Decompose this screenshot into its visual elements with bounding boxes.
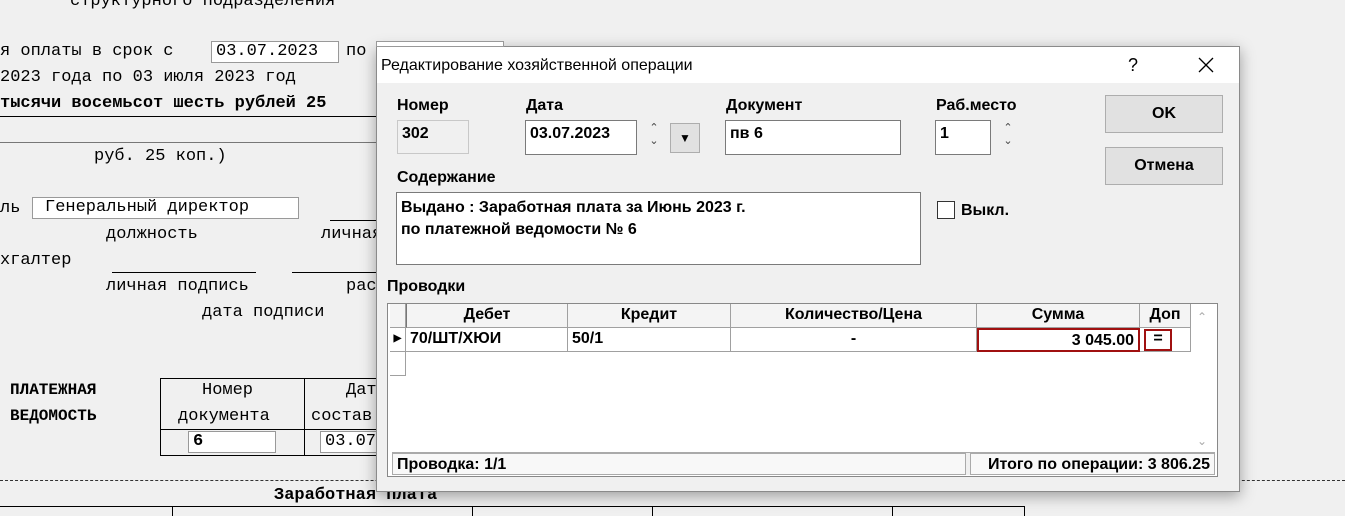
bg-table-left: [160, 378, 161, 456]
workplace-label: Раб.место: [936, 97, 1017, 114]
bg-table-bottom: [160, 455, 376, 456]
bg-doc-title-2: ВЕДОМОСТЬ: [10, 407, 97, 425]
bg-underline-1: [0, 116, 376, 117]
bg-col-date-2: состав: [311, 407, 373, 426]
chevron-up-icon[interactable]: ⌃: [647, 122, 661, 135]
bg-rub-text: руб. 25 коп.): [94, 147, 227, 166]
bg-col-number-2: документа: [178, 407, 270, 426]
bg-rub-kop: руб. 25 коп.): [94, 147, 227, 166]
grid-corner: [390, 304, 406, 328]
chevron-down-icon[interactable]: ⌄: [647, 135, 661, 148]
dropdown-arrow-icon: ▼: [679, 131, 691, 145]
row-indicator[interactable]: ▶: [390, 328, 406, 352]
document-label: Документ: [726, 97, 803, 114]
bg-bottom-col-2: [472, 506, 473, 516]
grid-header-sum[interactable]: Сумма: [977, 304, 1140, 328]
grid-footer: Проводка: 1/1 Итого по операции: 3 806.2…: [392, 452, 1215, 475]
content-textarea[interactable]: Выдано : Заработная плата за Июнь 2023 г…: [396, 192, 921, 265]
bg-doc-number-field[interactable]: 6: [188, 431, 276, 453]
bg-doc-title-1: ПЛАТЕЖНАЯ: [10, 381, 97, 399]
bg-col-number-1: Номер: [202, 381, 254, 400]
bg-role-prefix: ль: [0, 199, 21, 218]
bg-doc-date-field[interactable]: 03.07: [320, 431, 380, 453]
postings-grid: Дебет Кредит Количество/Цена Сумма Доп ▶…: [387, 303, 1218, 477]
bg-underline-2: [0, 142, 376, 143]
bg-bottom-col-4: [892, 506, 893, 516]
bg-col-date-1: Дат: [346, 381, 377, 400]
cell-sum[interactable]: 3 045.00: [977, 328, 1140, 352]
close-icon: [1198, 57, 1214, 73]
bg-label-position: должность: [106, 225, 198, 244]
cell-qty-price[interactable]: -: [731, 328, 977, 352]
bg-table-mid: [304, 378, 305, 456]
date-spinner[interactable]: ⌃ ⌄: [647, 122, 661, 154]
row-indicator-new[interactable]: [390, 352, 406, 376]
bg-amount-words: тысячи восемьсот шесть рублей 25: [0, 94, 327, 113]
bg-bottom-table-top: [0, 506, 1024, 507]
bg-label-personal-1: личная: [321, 225, 383, 244]
bg-subdivision-caption: структурного подразделения: [70, 0, 336, 11]
cell-credit[interactable]: 50/1: [568, 328, 731, 352]
bg-label-sign-date: дата подписи: [202, 303, 325, 322]
bg-bottom-col-1: [172, 506, 173, 516]
workplace-spinner[interactable]: ⌃ ⌄: [1001, 122, 1015, 154]
scroll-up-icon[interactable]: ⌃: [1197, 310, 1207, 324]
grid-header-credit[interactable]: Кредит: [568, 304, 731, 328]
content-line-1: Выдано : Заработная плата за Июнь 2023 г…: [401, 199, 746, 216]
postings-label: Проводки: [387, 278, 466, 295]
scroll-down-icon[interactable]: ⌄: [1197, 434, 1207, 448]
bg-label-personal-sig: личная подпись: [106, 277, 249, 296]
bg-table-row-line: [160, 429, 376, 430]
bg-label-accountant: хгалтер: [0, 251, 72, 270]
equals-button[interactable]: =: [1144, 329, 1172, 351]
number-field: 302: [397, 120, 469, 154]
dialog-title: Редактирование хозяйственной операции: [381, 57, 693, 74]
chevron-down-icon[interactable]: ⌄: [1001, 135, 1015, 148]
bg-underline-ras: [292, 272, 376, 273]
off-checkbox[interactable]: [937, 201, 955, 219]
number-label: Номер: [397, 97, 449, 114]
grid-header-qty-price[interactable]: Количество/Цена: [731, 304, 977, 328]
bg-bottom-col-5: [1024, 506, 1025, 516]
current-row-arrow-icon: ▶: [393, 333, 402, 344]
off-label: Выкл.: [961, 202, 1010, 219]
dialog-titlebar[interactable]: Редактирование хозяйственной операции ?: [377, 47, 1239, 83]
bg-bottom-col-3: [652, 506, 653, 516]
grid-header-extra[interactable]: Доп: [1140, 304, 1191, 328]
document-field[interactable]: пв 6: [725, 120, 901, 155]
cancel-button[interactable]: Отмена: [1105, 147, 1223, 185]
date-field[interactable]: 03.07.2023: [525, 120, 637, 155]
footer-posting-count: Проводка: 1/1: [392, 453, 966, 475]
bg-period-prefix: я оплаты в срок с: [0, 42, 174, 61]
chevron-up-icon[interactable]: ⌃: [1001, 122, 1015, 135]
bg-label-ras: рас: [346, 277, 377, 296]
content-line-2: по платежной ведомости № 6: [401, 221, 637, 238]
grid-vertical-scrollbar[interactable]: ⌃ ⌄: [1191, 306, 1215, 448]
bg-table-top: [160, 378, 376, 379]
cell-debit[interactable]: 70/ШТ/ХЮИ: [406, 328, 568, 352]
bg-underline-role: [330, 220, 376, 221]
bg-period-mid: по: [346, 42, 367, 61]
bg-underline-sig: [112, 272, 256, 273]
help-button[interactable]: ?: [1119, 51, 1147, 79]
bg-period-from-field[interactable]: 03.07.2023: [211, 41, 339, 63]
bg-period-to-field[interactable]: [376, 41, 504, 47]
bg-role-field[interactable]: Генеральный директор: [32, 197, 299, 219]
date-label: Дата: [526, 97, 564, 114]
grid-header-debit[interactable]: Дебет: [406, 304, 568, 328]
footer-operation-total: Итого по операции: 3 806.25: [970, 453, 1215, 475]
content-label: Содержание: [397, 169, 496, 186]
ok-button[interactable]: OK: [1105, 95, 1223, 133]
workplace-field[interactable]: 1: [935, 120, 991, 155]
edit-operation-dialog: Редактирование хозяйственной операции ? …: [376, 46, 1240, 492]
cell-extra[interactable]: =: [1140, 328, 1191, 352]
date-dropdown-button[interactable]: ▼: [670, 123, 700, 153]
close-button[interactable]: [1189, 51, 1223, 79]
bg-year-line: 2023 года по 03 июля 2023 год: [0, 68, 296, 87]
